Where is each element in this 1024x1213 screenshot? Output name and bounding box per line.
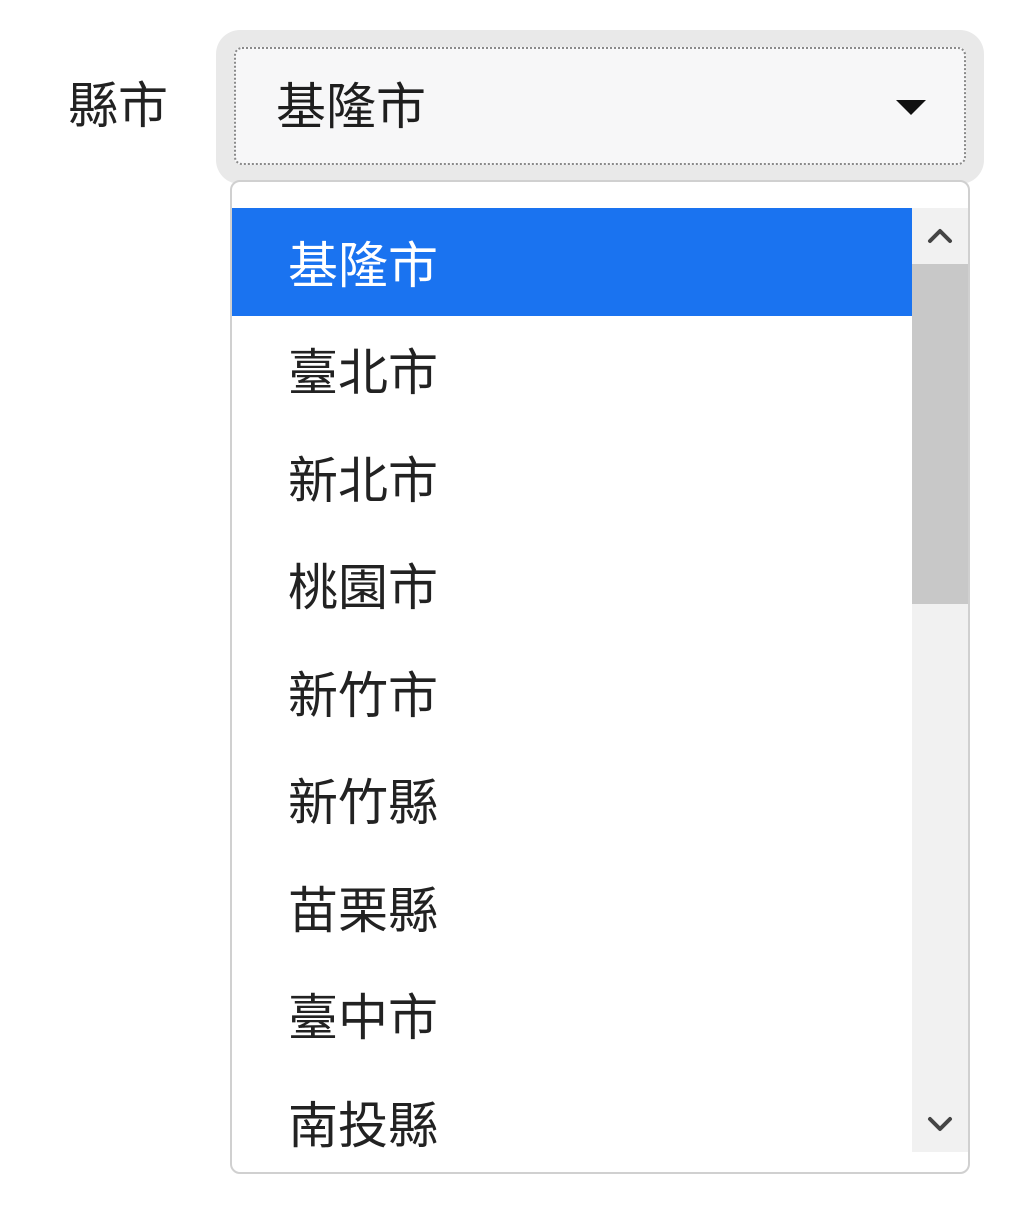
county-city-label: 縣市: [68, 77, 168, 135]
chevron-up-icon: [928, 229, 952, 243]
dropdown-option-miaoli[interactable]: 苗栗縣: [232, 853, 912, 961]
dropdown-option-nantou[interactable]: 南投縣: [232, 1068, 912, 1172]
dropdown-option-taoyuan[interactable]: 桃園市: [232, 531, 912, 639]
dropdown-option-keelung[interactable]: 基隆市: [232, 208, 912, 316]
dropdown-options: 基隆市 臺北市 新北市 桃園市 新竹市 新竹縣 苗栗縣 臺中市 南投縣: [232, 208, 912, 1172]
dropdown-option-taichung[interactable]: 臺中市: [232, 961, 912, 1069]
county-city-form: 縣市 基隆市 基隆市 臺北市 新北市 桃園市 新竹市 新竹縣 苗栗縣 臺中市 南…: [0, 0, 1024, 1213]
chevron-down-icon: [928, 1117, 952, 1131]
dropdown-scrollbar[interactable]: [912, 208, 968, 1152]
select-selected-value: 基隆市: [276, 78, 426, 136]
dropdown-option-new-taipei[interactable]: 新北市: [232, 423, 912, 531]
caret-down-icon[interactable]: [896, 100, 926, 115]
dropdown-option-hsinchu-city[interactable]: 新竹市: [232, 638, 912, 746]
dropdown-option-taipei[interactable]: 臺北市: [232, 316, 912, 424]
county-city-select[interactable]: 基隆市: [234, 47, 966, 165]
scroll-up-button[interactable]: [912, 208, 968, 264]
scroll-down-button[interactable]: [912, 1096, 968, 1152]
county-city-dropdown-list[interactable]: 基隆市 臺北市 新北市 桃園市 新竹市 新竹縣 苗栗縣 臺中市 南投縣: [230, 180, 970, 1174]
dropdown-option-hsinchu-county[interactable]: 新竹縣: [232, 746, 912, 854]
scrollbar-thumb[interactable]: [912, 264, 968, 604]
